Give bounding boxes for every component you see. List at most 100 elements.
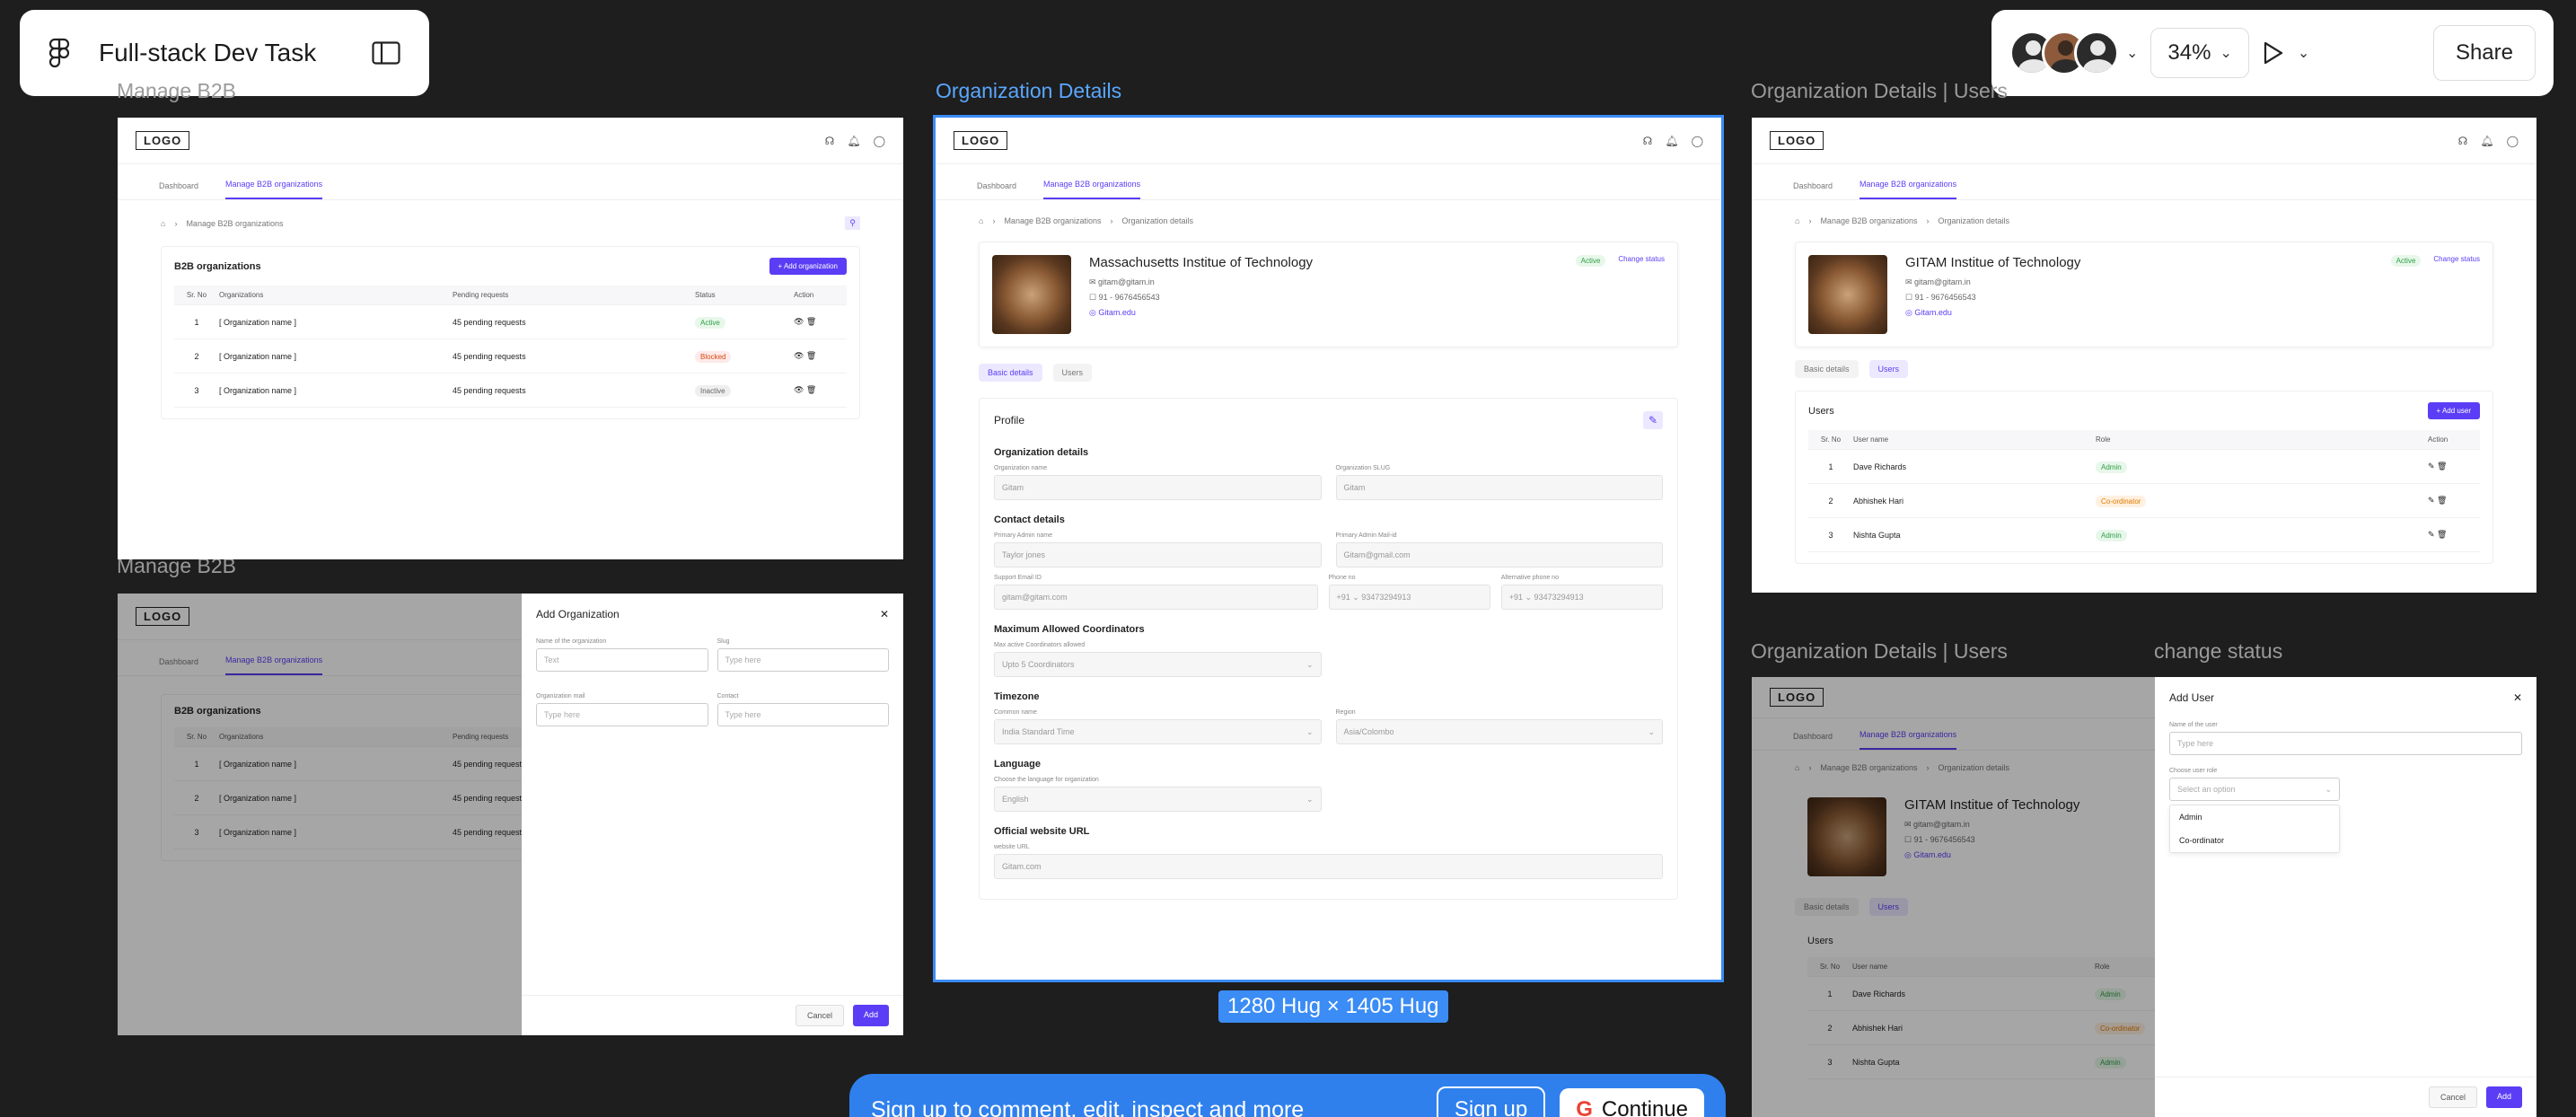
user-icon[interactable]: ◯ — [1692, 135, 1703, 147]
support-email-field[interactable]: gitam@gitam.com — [994, 585, 1318, 610]
admin-mail-field[interactable]: Gitam@gmail.com — [1335, 542, 1663, 567]
bell-icon[interactable]: 🔔︎ — [847, 135, 860, 147]
frame-label[interactable]: Organization Details | Users — [1751, 79, 2008, 103]
bell-icon[interactable]: 🔔︎ — [1665, 135, 1678, 147]
frame-size-badge: 1280 Hug × 1405 Hug — [1218, 990, 1448, 1023]
table-row[interactable]: 2[ Organization name ] 45 pending request… — [174, 339, 847, 374]
zoom-value: 34% — [2167, 40, 2211, 65]
slug-input[interactable]: Type here — [717, 648, 889, 672]
row-actions: ✎ 🗑︎ — [2428, 496, 2448, 505]
present-button[interactable]: ⌄ — [2262, 40, 2309, 66]
alt-phone-field[interactable]: +91 ⌄ 93473294913 — [1500, 585, 1663, 610]
tab-manage-b2b[interactable]: Manage B2B organizations — [225, 180, 323, 199]
row-actions[interactable]: 👁︎ 🗑︎ — [794, 351, 847, 361]
figma-icon[interactable] — [48, 38, 70, 68]
frame-label[interactable]: Manage B2B — [117, 79, 236, 103]
home-icon[interactable]: ⌂ — [979, 216, 983, 225]
headset-icon[interactable]: ☊ — [1643, 135, 1653, 147]
modal-title: Add Organization — [536, 608, 620, 620]
org-name-input[interactable]: Text — [536, 648, 708, 672]
website-field[interactable]: Gitam.com — [994, 854, 1663, 879]
continue-google-button[interactable]: G Continue — [1560, 1088, 1704, 1117]
org-mail-input[interactable]: Type here — [536, 703, 708, 726]
add-organization-button[interactable]: + Add organization — [769, 258, 847, 275]
add-user-button[interactable]: + Add user — [2427, 402, 2480, 419]
tab-basic-details[interactable]: Basic details — [979, 364, 1042, 382]
status-badge: Blocked — [695, 350, 732, 363]
frame-organization-details[interactable]: LOGO ☊ 🔔︎ ◯ Dashboard Manage B2B organizati… — [933, 115, 1724, 982]
row-actions[interactable]: 👁︎ 🗑︎ — [794, 385, 847, 395]
frame-label[interactable]: Organization Details — [936, 79, 1121, 103]
status-badge: Active — [1575, 255, 1606, 267]
tab-dashboard[interactable]: Dashboard — [977, 181, 1016, 199]
region-select[interactable]: Asia/Colombo ⌄ — [1335, 719, 1663, 744]
google-icon: G — [1576, 1097, 1593, 1117]
frame-add-organization[interactable]: LOGO Dashboard Manage B2B organizations B… — [118, 594, 903, 1035]
frame-label[interactable]: Organization Details | Users — [1751, 639, 2008, 664]
table-row[interactable]: 1[ Organization name ] 45 pending request… — [174, 305, 847, 339]
file-title[interactable]: Full-stack Dev Task — [99, 39, 343, 67]
frame-add-user[interactable]: LOGO Dashboard Manage B2B organizations ⌂… — [1752, 677, 2536, 1117]
play-icon — [2264, 41, 2282, 65]
signup-banner-text: Sign up to comment, edit, inspect and mo… — [871, 1096, 1305, 1117]
logo: LOGO — [136, 131, 190, 150]
frame-label[interactable]: change status — [2154, 639, 2282, 664]
frame-organization-users[interactable]: LOGO ☊ 🔔︎ ◯ Dashboard Manage B2B organizati… — [1752, 118, 2536, 593]
table-row[interactable]: 3[ Organization name ] 45 pending request… — [174, 374, 847, 408]
user-name-input[interactable]: Type here — [2169, 732, 2522, 755]
search-icon[interactable]: ⚲ — [845, 216, 860, 230]
timezone-select[interactable]: India Standard Time ⌄ — [994, 719, 1322, 744]
change-status-link[interactable]: Change status — [1618, 255, 1665, 263]
admin-name-field[interactable]: Taylor jones — [994, 542, 1322, 567]
tab-manage-b2b[interactable]: Manage B2B organizations — [1859, 180, 1957, 199]
close-icon[interactable]: ✕ — [880, 608, 889, 620]
sidebar-toggle-icon[interactable] — [372, 41, 400, 65]
user-icon[interactable]: ◯ — [874, 135, 885, 147]
bell-icon[interactable]: 🔔︎ — [2480, 135, 2493, 147]
change-status-link[interactable]: Change status — [2433, 255, 2480, 263]
close-icon[interactable]: ✕ — [2513, 691, 2522, 704]
org-website[interactable]: ◎ Gitam.edu — [1089, 308, 1313, 318]
dropdown-option[interactable]: Admin — [2170, 805, 2339, 829]
cancel-button[interactable]: Cancel — [795, 1005, 844, 1026]
language-select[interactable]: English ⌄ — [994, 787, 1322, 812]
frame-manage-b2b[interactable]: LOGO ☊ 🔔︎ ◯ Dashboard Manage B2B organizat… — [118, 118, 903, 559]
tab-basic-details[interactable]: Basic details — [1795, 360, 1859, 378]
slug-field[interactable]: Gitam — [1335, 475, 1663, 500]
home-icon[interactable]: ⌂ — [161, 219, 165, 228]
tab-users[interactable]: Users — [1868, 360, 1909, 378]
headset-icon[interactable]: ☊ — [2458, 135, 2468, 147]
profile-title: Profile — [994, 414, 1025, 427]
contact-input[interactable]: Type here — [717, 703, 889, 726]
table-row[interactable]: 3 Nishta Gupta Admin ✎ 🗑︎ — [1808, 518, 2480, 552]
headset-icon[interactable]: ☊ — [825, 135, 835, 147]
dropdown-option[interactable]: Co-ordinator — [2170, 829, 2339, 852]
role-badge: Admin — [2096, 529, 2127, 541]
row-actions[interactable]: 👁︎ 🗑︎ — [794, 317, 847, 327]
phone-field[interactable]: +91 ⌄ 93473294913 — [1328, 585, 1490, 610]
users-title: Users — [1808, 405, 1834, 417]
user-icon[interactable]: ◯ — [2507, 135, 2519, 147]
table-row[interactable]: 1 Dave Richards Admin ✎ 🗑︎ — [1808, 450, 2480, 484]
home-icon[interactable]: ⌂ — [1795, 216, 1799, 225]
zoom-select[interactable]: 34% ⌄ — [2150, 28, 2249, 78]
role-select[interactable]: Select an option ⌄ — [2169, 778, 2340, 801]
org-website[interactable]: ◎ Gitam.edu — [1905, 308, 2080, 318]
tab-users[interactable]: Users — [1052, 364, 1093, 382]
section-title: Official website URL — [994, 826, 1090, 837]
add-button[interactable]: Add — [2485, 1086, 2522, 1108]
org-name-field[interactable]: Gitam — [994, 475, 1322, 500]
tab-dashboard[interactable]: Dashboard — [1793, 181, 1833, 199]
sign-up-button[interactable]: Sign up — [1436, 1086, 1546, 1117]
status-badge: Active — [2390, 255, 2422, 267]
add-button[interactable]: Add — [852, 1005, 889, 1026]
avatar-stack[interactable]: ⌄ — [2009, 31, 2138, 75]
table-row[interactable]: 2 Abhishek Hari Co-ordinator ✎ 🗑︎ — [1808, 484, 2480, 518]
max-coordinators-select[interactable]: Upto 5 Coordinators ⌄ — [994, 652, 1322, 677]
tab-manage-b2b[interactable]: Manage B2B organizations — [1043, 180, 1141, 199]
row-actions: ✎ 🗑︎ — [2428, 530, 2448, 539]
edit-icon[interactable]: ✎ — [1642, 411, 1663, 429]
tab-dashboard[interactable]: Dashboard — [159, 181, 198, 199]
cancel-button[interactable]: Cancel — [2428, 1086, 2477, 1108]
share-button[interactable]: Share — [2432, 25, 2536, 81]
